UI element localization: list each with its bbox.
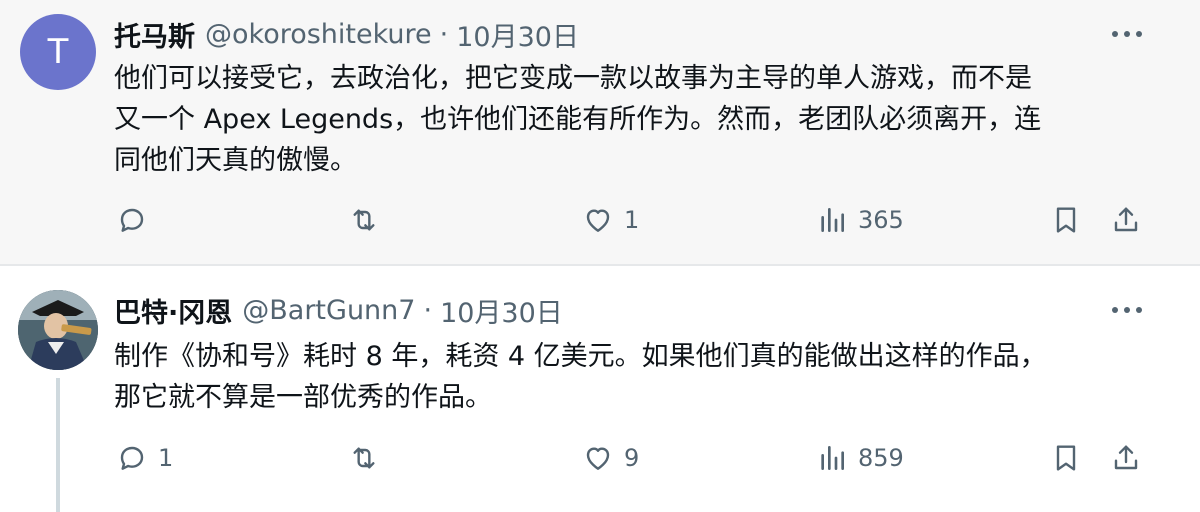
timestamp[interactable]: 10月30日 [456,15,579,54]
separator: · [423,294,433,326]
tweet-text-line: 他们可以接受它，去政治化，把它变成一款以故事为主导的单人游戏，而不是 [114,63,1032,94]
like-icon [586,447,610,470]
repost-icon [353,447,375,469]
views-count: 859 [858,444,904,472]
tweet-text: 制作《协和号》耗时 8 年，耗资 4 亿美元。如果他们真的能做出这样的作品， 那… [114,336,1174,418]
timestamp[interactable]: 10月30日 [440,291,563,330]
like-button[interactable]: 9 [582,438,639,478]
views-button[interactable]: 859 [816,438,904,478]
bookmark-button[interactable] [1050,438,1082,478]
more-icon[interactable] [1110,303,1146,317]
bookmark-button[interactable] [1050,200,1082,240]
tweet-text: 他们可以接受它，去政治化，把它变成一款以故事为主导的单人游戏，而不是 又一个 A… [114,58,1174,181]
share-button[interactable] [1110,438,1142,478]
like-button[interactable]: 1 [582,200,639,240]
repost-button[interactable] [348,200,380,240]
share-icon [1114,207,1138,232]
avatar[interactable] [18,290,98,370]
display-name[interactable]: 巴特·冈恩 [114,291,232,330]
more-icon[interactable] [1110,27,1146,41]
like-count: 1 [624,206,640,234]
tweet-header: 托马斯 @okoroshitekure · 10月30日 [114,14,579,54]
like-count: 9 [624,444,640,472]
reply-icon [120,446,144,470]
reply-button[interactable] [116,200,158,240]
views-icon [821,208,844,232]
tweet-text-line: 又一个 Apex Legends，也许他们还能有所作为。然而，老团队必须离开，连 [114,104,1042,135]
reply-count: 1 [158,444,174,472]
share-button[interactable] [1110,200,1142,240]
avatar-image [18,290,98,370]
views-icon [821,446,844,470]
user-handle[interactable]: @okoroshitekure [205,19,432,50]
reply-button[interactable]: 1 [116,438,173,478]
repost-button[interactable] [348,438,380,478]
tweet-text-line: 同他们天真的傲慢。 [114,145,357,176]
bookmark-icon [1056,207,1076,233]
views-count: 365 [858,206,904,234]
display-name[interactable]: 托马斯 [114,15,195,54]
tweet-text-line: 那它就不算是一部优秀的作品。 [114,382,492,413]
user-handle[interactable]: @BartGunn7 [242,295,415,326]
tweet-header: 巴特·冈恩 @BartGunn7 · 10月30日 [114,290,563,330]
share-icon [1114,445,1138,470]
reply-icon [120,208,144,232]
views-button[interactable]: 365 [816,200,904,240]
thread-line [56,378,60,512]
tweet-text-line: 制作《协和号》耗时 8 年，耗资 4 亿美元。如果他们真的能做出这样的作品， [114,341,1047,372]
like-icon [586,209,610,232]
separator: · [439,18,449,50]
bookmark-icon [1056,445,1076,471]
avatar[interactable]: T [20,14,96,90]
repost-icon [353,209,375,231]
